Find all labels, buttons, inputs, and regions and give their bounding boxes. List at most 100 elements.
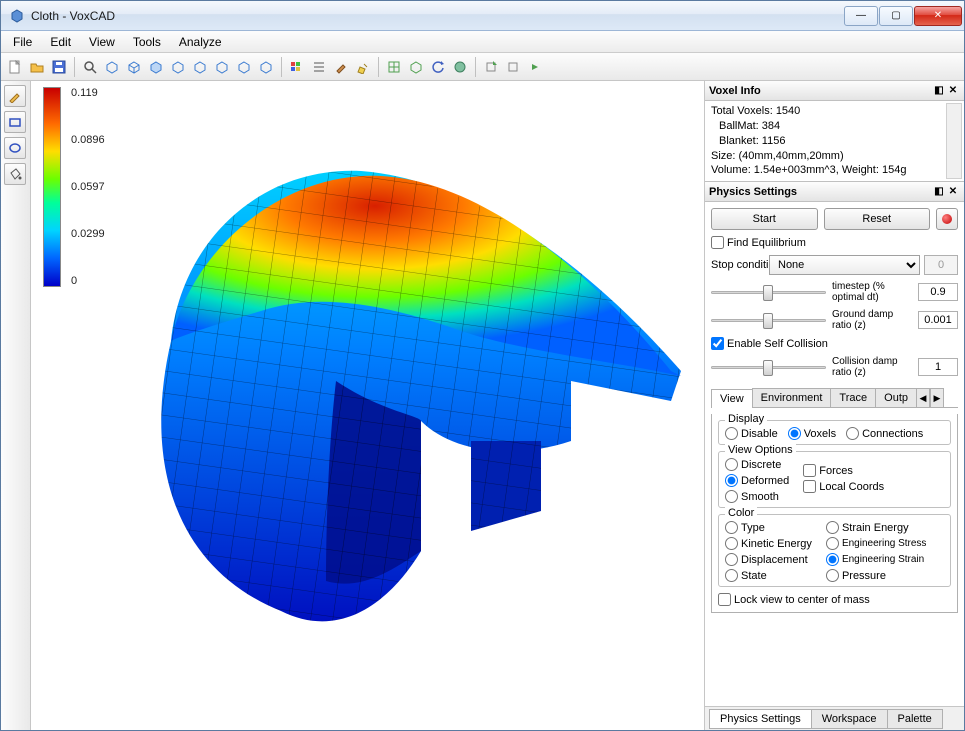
bottom-tabs: Physics Settings Workspace Palette [705, 706, 964, 730]
bucket-tool-icon[interactable] [4, 163, 26, 185]
menu-edit[interactable]: Edit [42, 33, 79, 51]
color-strainenergy-radio[interactable]: Strain Energy [826, 521, 927, 534]
start-button[interactable]: Start [711, 208, 818, 230]
tab-scroll-left-icon[interactable]: ◀ [916, 388, 930, 407]
simulation-mesh [111, 141, 691, 661]
tab-scroll-right-icon[interactable]: ▶ [930, 388, 944, 407]
menu-view[interactable]: View [81, 33, 123, 51]
tab-environment[interactable]: Environment [752, 388, 832, 407]
color-type-radio[interactable]: Type [725, 521, 812, 534]
color-displacement-radio[interactable]: Displacement [725, 553, 812, 566]
legend-v1: 0.0896 [71, 134, 105, 146]
cube-4-icon[interactable] [168, 57, 188, 77]
cube-6-icon[interactable] [212, 57, 232, 77]
view-tab-pane: Display Disable Voxels Connections View … [711, 414, 958, 613]
undock-icon[interactable]: ◧ [932, 185, 946, 199]
refresh-icon[interactable] [428, 57, 448, 77]
close-button[interactable]: ✕ [914, 6, 962, 26]
stop-condition-select[interactable]: None [769, 255, 920, 275]
rect-tool-icon[interactable] [4, 111, 26, 133]
collisiondamp-value[interactable] [918, 358, 958, 376]
color-kinetic-radio[interactable]: Kinetic Energy [725, 537, 812, 550]
arrow-right-icon[interactable] [525, 57, 545, 77]
menu-tools[interactable]: Tools [125, 33, 169, 51]
menu-analyze[interactable]: Analyze [171, 33, 230, 51]
record-icon [942, 214, 952, 224]
legend-gradient [43, 87, 61, 287]
close-panel-icon[interactable]: ✕ [946, 84, 960, 98]
voxel-volume: Volume: 1.54e+003mm^3, Weight: 154g [711, 163, 958, 178]
stop-condition-value[interactable] [924, 255, 958, 275]
voxel-ballmat: BallMat: 384 [711, 119, 958, 134]
timestep-slider[interactable] [711, 283, 826, 301]
palette-icon[interactable] [287, 57, 307, 77]
forces-checkbox[interactable]: Forces [803, 464, 884, 477]
grounddamp-value[interactable] [918, 311, 958, 329]
voxel-info-header[interactable]: Voxel Info ◧ ✕ [705, 81, 964, 101]
cube-7-icon[interactable] [234, 57, 254, 77]
tab-trace[interactable]: Trace [830, 388, 876, 407]
brush-icon[interactable] [331, 57, 351, 77]
tab-view[interactable]: View [711, 389, 753, 408]
app-window: Cloth - VoxCAD — ▢ ✕ File Edit View Tool… [0, 0, 965, 731]
legend-min: 0 [71, 275, 105, 287]
voxel-size: Size: (40mm,40mm,20mm) [711, 149, 958, 164]
record-button[interactable] [936, 208, 958, 230]
new-icon[interactable] [5, 57, 25, 77]
menu-file[interactable]: File [5, 33, 40, 51]
grounddamp-slider[interactable] [711, 311, 826, 329]
lock-view-checkbox[interactable]: Lock view to center of mass [718, 593, 951, 606]
left-toolbar [1, 81, 31, 730]
toolbar [1, 53, 964, 81]
btab-palette[interactable]: Palette [887, 709, 943, 729]
viewport[interactable]: 0.119 0.0896 0.0597 0.0299 0 [31, 81, 704, 730]
physics-settings-panel: Start Reset Find Equilibrium Stop condit… [705, 202, 964, 706]
find-equilibrium-checkbox[interactable]: Find Equilibrium [711, 236, 958, 249]
cube-1-icon[interactable] [102, 57, 122, 77]
tab-output[interactable]: Outp [875, 388, 917, 407]
view-smooth-radio[interactable]: Smooth [725, 490, 789, 503]
mesh-1-icon[interactable] [384, 57, 404, 77]
cube-8-icon[interactable] [256, 57, 276, 77]
titlebar[interactable]: Cloth - VoxCAD — ▢ ✕ [1, 1, 964, 31]
reset-button[interactable]: Reset [824, 208, 931, 230]
scrollbar[interactable] [946, 103, 962, 179]
mesh-2-icon[interactable] [406, 57, 426, 77]
color-engstrain-radio[interactable]: Engineering Strain [826, 553, 927, 566]
app-icon [9, 8, 25, 24]
collisiondamp-slider[interactable] [711, 358, 826, 376]
physics-settings-header[interactable]: Physics Settings ◧ ✕ [705, 182, 964, 202]
color-pressure-radio[interactable]: Pressure [826, 569, 927, 582]
save-icon[interactable] [49, 57, 69, 77]
pencil-icon[interactable] [353, 57, 373, 77]
legend-max: 0.119 [71, 87, 105, 99]
display-connections-radio[interactable]: Connections [846, 427, 923, 440]
color-state-radio[interactable]: State [725, 569, 812, 582]
open-icon[interactable] [27, 57, 47, 77]
display-voxels-radio[interactable]: Voxels [788, 427, 836, 440]
minimize-button[interactable]: — [844, 6, 878, 26]
pencil-tool-icon[interactable] [4, 85, 26, 107]
list-icon[interactable] [309, 57, 329, 77]
ellipse-tool-icon[interactable] [4, 137, 26, 159]
maximize-button[interactable]: ▢ [879, 6, 913, 26]
zoom-icon[interactable] [80, 57, 100, 77]
color-engstress-radio[interactable]: Engineering Stress [826, 537, 927, 550]
btab-physics[interactable]: Physics Settings [709, 709, 812, 729]
cube-3-icon[interactable] [146, 57, 166, 77]
display-disable-radio[interactable]: Disable [725, 427, 778, 440]
cube-2-icon[interactable] [124, 57, 144, 77]
export-1-icon[interactable] [481, 57, 501, 77]
view-discrete-radio[interactable]: Discrete [725, 458, 789, 471]
localcoords-checkbox[interactable]: Local Coords [803, 480, 884, 493]
globe-icon[interactable] [450, 57, 470, 77]
view-deformed-radio[interactable]: Deformed [725, 474, 789, 487]
timestep-value[interactable] [918, 283, 958, 301]
export-2-icon[interactable] [503, 57, 523, 77]
btab-workspace[interactable]: Workspace [811, 709, 888, 729]
undock-icon[interactable]: ◧ [932, 84, 946, 98]
cube-5-icon[interactable] [190, 57, 210, 77]
self-collision-checkbox[interactable]: Enable Self Collision [711, 337, 958, 350]
close-panel-icon[interactable]: ✕ [946, 185, 960, 199]
subtab-bar: View Environment Trace Outp ◀ ▶ [711, 388, 958, 408]
